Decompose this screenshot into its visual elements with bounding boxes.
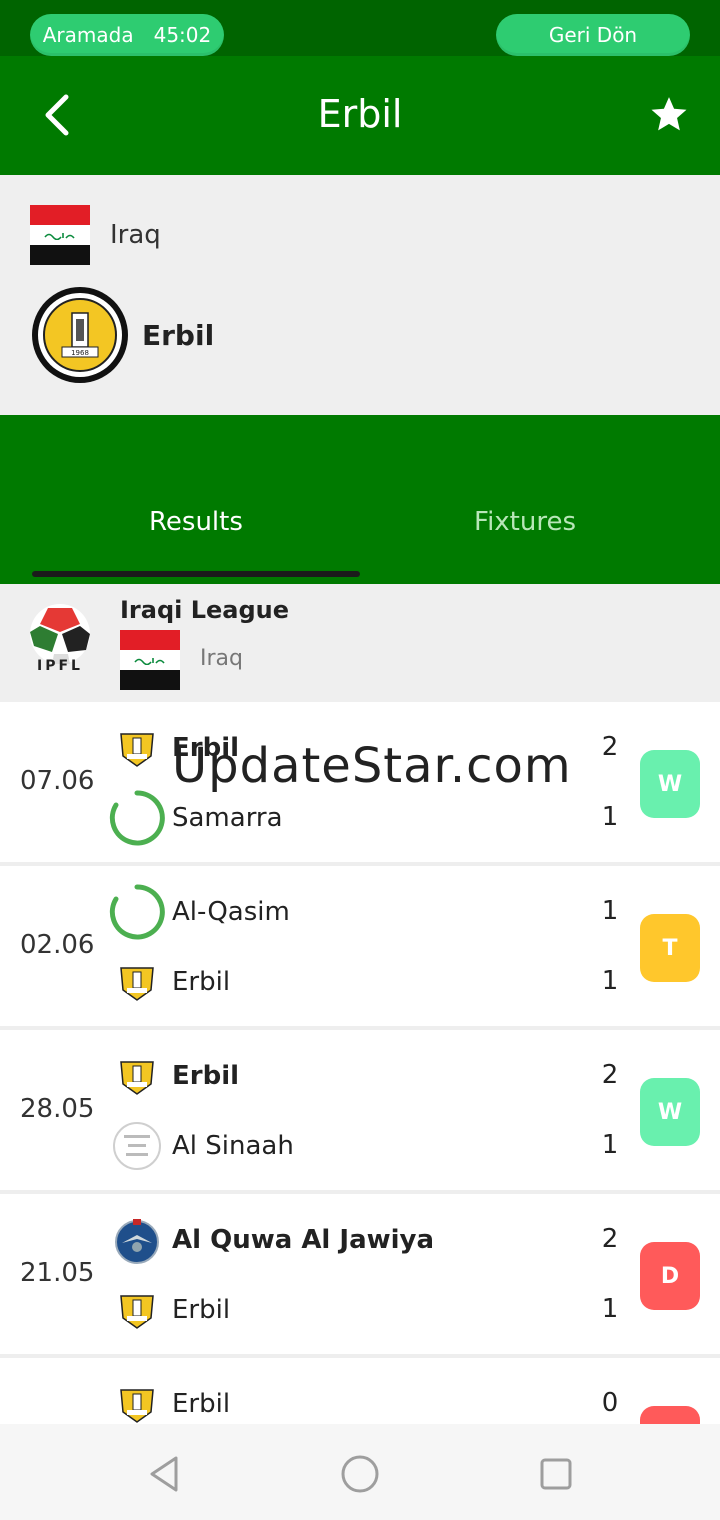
result-badge: T	[640, 914, 700, 982]
match-row[interactable]: Erbil 0	[0, 1358, 720, 1424]
away-score: 1	[601, 966, 619, 996]
triangle-back-icon	[150, 1456, 178, 1492]
home-team: Erbil	[108, 718, 239, 778]
status-bar: Aramada 45:02 Geri Dön	[0, 0, 720, 56]
tab-bar: Results Fixtures	[0, 415, 720, 584]
nav-recent-button[interactable]	[536, 1454, 576, 1494]
away-team-name: Al Sinaah	[172, 1131, 294, 1161]
erbil-logo-icon	[108, 1375, 166, 1424]
match-date: 28.05	[20, 1094, 95, 1124]
match-row[interactable]: 07.06 Erbil Samarra 2 1 W	[0, 702, 720, 862]
app-bar: Erbil	[0, 56, 720, 175]
square-recent-icon	[540, 1458, 572, 1490]
league-logo-text: IPFL	[37, 658, 83, 674]
match-row[interactable]: 28.05 Erbil Al Sinaah 2 1 W	[0, 1030, 720, 1190]
home-team: Erbil	[108, 1374, 230, 1424]
home-team-name: Erbil	[172, 733, 240, 763]
away-score: 1	[601, 1130, 619, 1160]
league-header[interactable]: IPFL Iraqi League Iraq	[0, 584, 720, 702]
away-team: Erbil	[108, 1280, 230, 1340]
return-label: Geri Dön	[548, 23, 638, 47]
svg-text:1968: 1968	[71, 349, 89, 357]
tab-fixtures[interactable]: Fixtures	[474, 507, 576, 537]
system-nav-bar	[0, 1424, 720, 1520]
return-call-button[interactable]: Geri Dön	[496, 14, 690, 56]
tab-indicator	[32, 571, 360, 577]
country-row: Iraq	[30, 205, 161, 265]
call-timer: 45:02	[153, 23, 212, 47]
iraq-flag-icon	[30, 205, 90, 265]
result-badge: W	[640, 750, 700, 818]
erbil-logo-icon	[108, 1047, 166, 1105]
nav-home-button[interactable]	[340, 1454, 380, 1494]
home-team-name: Erbil	[172, 1389, 231, 1419]
result-badge: W	[640, 1078, 700, 1146]
home-team: Al-Qasim	[108, 882, 290, 942]
match-row[interactable]: 21.05 Al Quwa Al Jawiya Erbil 2 1 D	[0, 1194, 720, 1354]
match-row[interactable]: 02.06 Al-Qasim Erbil 1 1 T	[0, 866, 720, 1026]
erbil-logo-icon: 1968	[32, 287, 128, 383]
erbil-logo-icon	[108, 1281, 166, 1339]
away-team: Samarra	[108, 788, 283, 848]
loading-spinner-icon	[108, 789, 166, 847]
erbil-logo-icon	[108, 719, 166, 777]
away-score: 1	[601, 1294, 619, 1324]
call-pill[interactable]: Aramada 45:02	[30, 14, 224, 56]
nav-back-button[interactable]	[144, 1454, 184, 1494]
away-team-name: Erbil	[172, 1295, 231, 1325]
club-name: Erbil	[142, 318, 215, 352]
result-badge	[640, 1406, 700, 1424]
home-score: 0	[601, 1388, 619, 1418]
erbil-logo-icon	[108, 953, 166, 1011]
tab-results[interactable]: Results	[149, 507, 243, 537]
away-score: 1	[601, 802, 619, 832]
team-header: Iraq 1968 Erbil	[0, 175, 720, 415]
home-team: Erbil	[108, 1046, 239, 1106]
away-team-name: Samarra	[172, 803, 283, 833]
home-score: 2	[601, 732, 619, 762]
loading-spinner-icon	[108, 883, 166, 941]
away-team-name: Erbil	[172, 967, 231, 997]
country-name: Iraq	[110, 220, 161, 250]
home-team-name: Al-Qasim	[172, 897, 290, 927]
home-score: 1	[601, 896, 619, 926]
league-country: Iraq	[200, 646, 243, 671]
page-title: Erbil	[317, 92, 403, 136]
club-row: 1968 Erbil	[32, 287, 214, 383]
home-score: 2	[601, 1060, 619, 1090]
call-label: Aramada	[42, 23, 134, 47]
home-team: Al Quwa Al Jawiya	[108, 1210, 434, 1270]
home-team-name: Al Quwa Al Jawiya	[172, 1225, 435, 1255]
match-date: 21.05	[20, 1258, 95, 1288]
match-date: 02.06	[20, 930, 95, 960]
iraq-flag-icon	[120, 630, 180, 690]
home-score: 2	[601, 1224, 619, 1254]
favorite-button[interactable]	[644, 90, 694, 140]
al-quwa-logo-icon	[108, 1211, 166, 1269]
circle-home-icon	[341, 1455, 379, 1493]
home-team-name: Erbil	[172, 1061, 240, 1091]
away-team: Al Sinaah	[108, 1116, 294, 1176]
star-icon	[651, 97, 687, 131]
match-date: 07.06	[20, 766, 95, 796]
ipfl-logo-icon: IPFL	[18, 600, 102, 684]
placeholder-logo-icon	[108, 1117, 166, 1175]
away-team: Erbil	[108, 952, 230, 1012]
result-badge: D	[640, 1242, 700, 1310]
league-name: Iraqi League	[120, 596, 290, 624]
